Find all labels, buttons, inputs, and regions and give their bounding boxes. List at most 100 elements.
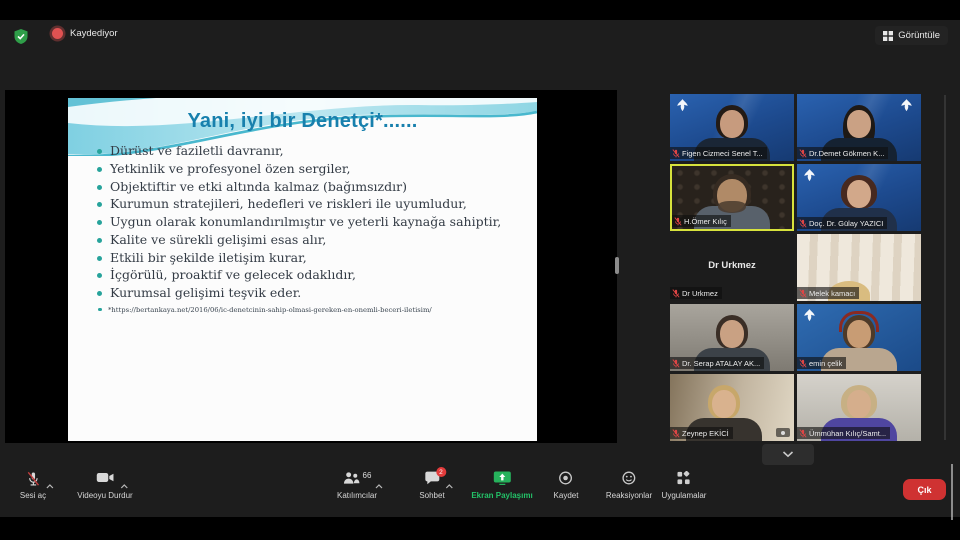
muted-mic-icon xyxy=(672,429,680,438)
muted-mic-icon xyxy=(799,289,807,298)
reactions-button[interactable]: Reaksiyonlar xyxy=(606,471,652,500)
slide-bullet: Yetkinlik ve profesyonel özen sergiler, xyxy=(97,160,529,178)
participant-name: Ümmühan Kılıç/Samt... xyxy=(809,429,886,438)
slide-bullet: Etkili bir şekilde iletişim kurar, xyxy=(97,249,529,267)
muted-mic-icon xyxy=(672,289,680,298)
collapse-gallery-button[interactable] xyxy=(762,444,814,465)
chevron-down-icon xyxy=(782,451,794,458)
participant-tile-ummuhan[interactable]: Ümmühan Kılıç/Samt... xyxy=(797,374,921,441)
participant-nameplate: Zeynep EKİCİ xyxy=(670,427,733,439)
muted-mic-icon xyxy=(672,359,680,368)
institution-logo-icon xyxy=(675,98,690,113)
video-camera-icon xyxy=(96,471,114,484)
chevron-up-icon[interactable] xyxy=(120,484,128,489)
participant-nameplate: H.Ömer Kılıç xyxy=(672,215,731,227)
participant-name: Figen Cizmeci Senel T... xyxy=(682,149,763,158)
shared-screen-area: Yani, iyi bir Denetçi*...... Dürüst ve f… xyxy=(5,90,617,443)
participant-name: Zeynep EKİCİ xyxy=(682,429,729,438)
participant-tile-urkmez-video-off[interactable]: Dr Urkmez Dr Urkmez xyxy=(670,234,794,301)
unmute-button[interactable]: Sesi aç xyxy=(20,471,46,500)
chat-label: Sohbet xyxy=(419,491,444,500)
reactions-smiley-icon xyxy=(622,471,636,485)
muted-mic-icon xyxy=(674,217,682,226)
chevron-up-icon[interactable] xyxy=(45,484,53,489)
view-label: Görüntüle xyxy=(898,30,940,41)
slide-footnote: *https://bertankaya.net/2016/06/ic-denet… xyxy=(97,305,446,316)
participant-nameplate: Ümmühan Kılıç/Samt... xyxy=(797,427,890,439)
participants-label: Katılımcılar xyxy=(337,491,377,500)
slide-bullet: Objektiftir ve etki altında kalmaz (bağı… xyxy=(97,178,529,196)
participant-nameplate: Dr Urkmez xyxy=(670,287,722,299)
recording-indicator: Kaydediyor xyxy=(52,28,118,39)
gallery-scrollbar[interactable] xyxy=(944,95,946,440)
muted-mic-icon xyxy=(799,429,807,438)
participant-tile-demet[interactable]: Dr.Demet Gökmen K... xyxy=(797,94,921,161)
slide-bullet: Kurumsal gelişimi teşvik eder. xyxy=(97,284,529,302)
participant-tile-gulay[interactable]: Doç. Dr. Gülay YAZICI xyxy=(797,164,921,231)
share-screen-button[interactable]: Ekran Paylaşımı xyxy=(471,471,532,500)
participant-nameplate: Melek kamacı xyxy=(797,287,859,299)
panel-resize-handle[interactable] xyxy=(615,257,619,274)
share-screen-label: Ekran Paylaşımı xyxy=(471,491,532,500)
stop-video-button[interactable]: Videoyu Durdur xyxy=(77,471,132,500)
institution-logo-icon xyxy=(899,98,914,113)
participant-name: H.Ömer Kılıç xyxy=(684,217,727,226)
slide-bullet: Kurumun stratejileri, hedefleri ve riskl… xyxy=(97,195,529,213)
bottom-toolbar: Sesi aç Videoyu Durdur 66 Katılımcılar 2 xyxy=(0,465,960,517)
record-icon xyxy=(559,471,573,485)
participant-name: Dr Urkmez xyxy=(682,289,718,298)
camera-icon xyxy=(776,428,790,437)
institution-logo-icon xyxy=(802,168,817,183)
participant-tile-zeynep[interactable]: Zeynep EKİCİ xyxy=(670,374,794,441)
participant-tile-serap[interactable]: Dr. Serap ATALAY AK... xyxy=(670,304,794,371)
presentation-slide: Yani, iyi bir Denetçi*...... Dürüst ve f… xyxy=(68,98,537,441)
participant-nameplate: Dr.Demet Gökmen K... xyxy=(797,147,888,159)
record-label: Kaydet xyxy=(554,491,579,500)
participant-name: emin çelik xyxy=(809,359,842,368)
chat-badge: 2 xyxy=(436,467,446,477)
participants-count: 66 xyxy=(363,471,372,480)
chevron-up-icon[interactable] xyxy=(445,484,453,489)
share-screen-icon xyxy=(493,471,511,485)
stop-video-label: Videoyu Durdur xyxy=(77,491,132,500)
participant-name: Dr.Demet Gökmen K... xyxy=(809,149,884,158)
institution-logo-icon xyxy=(802,308,817,323)
slide-bullet: Kalite ve sürekli gelişimi esas alır, xyxy=(97,231,529,249)
recording-dot-icon xyxy=(52,28,63,39)
muted-mic-icon xyxy=(799,149,807,158)
muted-mic-icon xyxy=(672,149,680,158)
recording-label: Kaydediyor xyxy=(70,28,118,39)
participant-tile-omer-active-speaker[interactable]: H.Ömer Kılıç xyxy=(670,164,794,231)
participants-button[interactable]: 66 Katılımcılar xyxy=(337,471,377,500)
participant-tile-figen[interactable]: Figen Cizmeci Senel T... xyxy=(670,94,794,161)
chat-button[interactable]: 2 Sohbet xyxy=(419,471,444,500)
encryption-shield-icon[interactable] xyxy=(14,29,28,44)
slide-bullet: Dürüst ve faziletli davranır, xyxy=(97,142,529,160)
participant-name: Doç. Dr. Gülay YAZICI xyxy=(809,219,883,228)
apps-icon xyxy=(677,471,691,485)
record-button[interactable]: Kaydet xyxy=(554,471,579,500)
apps-label: Uygulamalar xyxy=(662,491,707,500)
grid-view-icon xyxy=(883,31,893,41)
mic-muted-icon xyxy=(26,471,39,487)
participant-grid: Figen Cizmeci Senel T... Dr.Demet Gökmen… xyxy=(670,94,921,441)
participant-nameplate: emin çelik xyxy=(797,357,846,369)
slide-title: Yani, iyi bir Denetçi*...... xyxy=(74,110,531,133)
view-button[interactable]: Görüntüle xyxy=(875,26,948,45)
reactions-label: Reaksiyonlar xyxy=(606,491,652,500)
muted-mic-icon xyxy=(799,219,807,228)
participants-icon xyxy=(343,471,360,485)
video-off-name: Dr Urkmez xyxy=(670,260,794,271)
participant-nameplate: Dr. Serap ATALAY AK... xyxy=(670,357,764,369)
muted-mic-icon xyxy=(799,359,807,368)
participant-tile-melek[interactable]: Melek kamacı xyxy=(797,234,921,301)
chevron-up-icon[interactable] xyxy=(375,484,383,489)
participant-nameplate: Figen Cizmeci Senel T... xyxy=(670,147,767,159)
apps-button[interactable]: Uygulamalar xyxy=(662,471,707,500)
participant-tile-emin[interactable]: emin çelik xyxy=(797,304,921,371)
slide-bullet-list: Dürüst ve faziletli davranır, Yetkinlik … xyxy=(68,142,537,302)
zoom-meeting-window: Kaydediyor Görüntüle Yani, iyi bir Dene xyxy=(0,0,960,540)
leave-button[interactable]: Çık xyxy=(903,479,946,500)
slide-bullet: Uygun olarak konumlandırılmıştır ve yete… xyxy=(97,213,529,231)
participant-name: Melek kamacı xyxy=(809,289,855,298)
